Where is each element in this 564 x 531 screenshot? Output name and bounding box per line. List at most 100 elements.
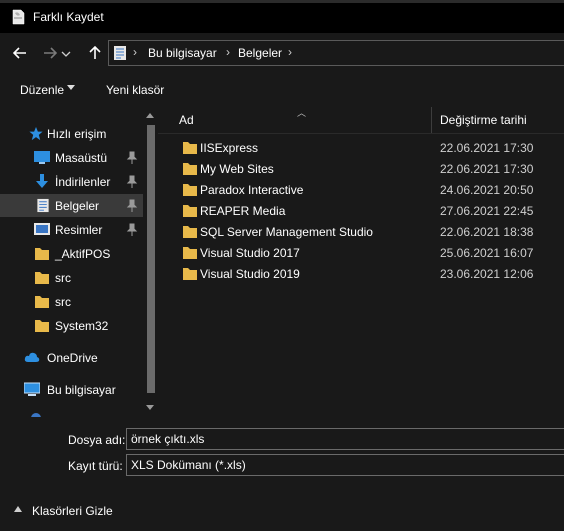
sidebar-item-label: src	[55, 271, 71, 285]
sidebar-item-system32[interactable]: System32	[0, 314, 143, 337]
filename-value[interactable]: örnek çıktı.xls	[131, 432, 204, 446]
file-name: IISExpress	[200, 141, 259, 155]
sidebar-item-this-pc[interactable]: Bu bilgisayar	[0, 378, 143, 401]
file-name: Visual Studio 2017	[200, 246, 300, 260]
table-row[interactable]: My Web Sites 22.06.2021 17:30	[158, 158, 564, 179]
filename-field[interactable]: örnek çıktı.xls	[126, 428, 564, 450]
table-row[interactable]: Visual Studio 2017 25.06.2021 16:07	[158, 242, 564, 263]
folder-icon	[183, 268, 197, 280]
pictures-icon	[34, 223, 50, 235]
window-title: Farklı Kaydet	[33, 10, 104, 24]
table-row[interactable]: REAPER Media 27.06.2021 22:45	[158, 200, 564, 221]
address-bar[interactable]: › Bu bilgisayar › Belgeler ›	[108, 40, 564, 66]
sidebar-item-label: Resimler	[55, 223, 103, 237]
scrollbar-thumb[interactable]	[147, 125, 155, 393]
forward-button[interactable]	[38, 41, 62, 65]
desktop-icon	[34, 151, 50, 164]
file-name: REAPER Media	[200, 204, 286, 218]
table-row[interactable]: Visual Studio 2019 23.06.2021 12:06	[158, 263, 564, 284]
pin-icon[interactable]	[126, 175, 138, 189]
sidebar-item-partial[interactable]	[0, 409, 143, 417]
filetype-label: Kayıt türü:	[68, 459, 123, 473]
sidebar-item-label: System32	[55, 319, 109, 333]
folder-icon	[183, 163, 197, 175]
file-modified-date: 22.06.2021 17:30	[440, 162, 534, 176]
file-name: Visual Studio 2019	[200, 267, 300, 281]
sidebar-item-label: Masaüstü	[55, 151, 108, 165]
sidebar-item-label: OneDrive	[47, 351, 98, 365]
file-name: Paradox Interactive	[200, 183, 304, 197]
documents-icon	[37, 198, 49, 213]
sidebar-item-desktop[interactable]: Masaüstü	[0, 146, 143, 169]
sidebar-item-src[interactable]: src	[0, 290, 143, 313]
sidebar-item-label: src	[55, 295, 71, 309]
header-divider	[158, 133, 564, 134]
file-name: SQL Server Management Studio	[200, 225, 373, 239]
folder-icon	[35, 296, 49, 308]
computer-icon	[24, 382, 40, 396]
pin-icon[interactable]	[126, 223, 138, 237]
scroll-down-icon[interactable]	[146, 405, 154, 410]
chevron-up-icon	[14, 506, 22, 512]
sidebar-item-label: Belgeler	[55, 199, 100, 213]
folder-icon	[183, 247, 197, 259]
window-top-edge	[0, 0, 564, 3]
sidebar-item-aktifpos[interactable]: _AktifPOS	[0, 242, 143, 265]
folder-icon	[183, 226, 197, 238]
breadcrumb-separator[interactable]: ›	[226, 45, 230, 59]
star-icon	[29, 126, 43, 141]
arrow-left-icon	[12, 47, 26, 59]
file-modified-date: 23.06.2021 12:06	[440, 267, 534, 281]
folder-icon	[35, 248, 49, 260]
chevron-down-icon	[67, 85, 75, 90]
file-name: My Web Sites	[200, 162, 274, 176]
folder-icon	[183, 205, 197, 217]
sidebar-item-downloads[interactable]: İndirilenler	[0, 170, 143, 193]
sidebar-item-quick-access[interactable]: Hızlı erişim	[0, 122, 143, 145]
title-bar: Farklı Kaydet	[0, 0, 564, 33]
pin-icon[interactable]	[126, 151, 138, 165]
pin-icon[interactable]	[126, 199, 138, 213]
file-modified-date: 27.06.2021 22:45	[440, 204, 534, 218]
cloud-icon	[24, 352, 40, 362]
column-header-modified[interactable]: Değiştirme tarihi	[432, 107, 564, 133]
folder-icon	[35, 272, 49, 284]
organize-button[interactable]: Düzenle	[20, 83, 64, 97]
column-header-label: Ad	[179, 113, 194, 127]
file-modified-date: 24.06.2021 20:50	[440, 183, 534, 197]
breadcrumb-this-pc[interactable]: Bu bilgisayar	[148, 46, 217, 60]
breadcrumb-documents[interactable]: Belgeler	[238, 46, 282, 60]
sidebar-item-label: Bu bilgisayar	[47, 383, 116, 397]
sidebar-item-src[interactable]: src	[0, 266, 143, 289]
file-modified-date: 22.06.2021 18:38	[440, 225, 534, 239]
command-bar: Düzenle Yeni klasör	[0, 73, 564, 107]
filename-label: Dosya adı:	[68, 433, 126, 447]
scroll-up-icon[interactable]	[146, 113, 154, 118]
save-as-app-icon	[12, 9, 25, 25]
sidebar-item-pictures[interactable]: Resimler	[0, 218, 143, 241]
save-options-panel: Dosya adı: örnek çıktı.xls Kayıt türü: X…	[0, 417, 564, 531]
new-folder-button[interactable]: Yeni klasör	[106, 83, 164, 97]
up-button[interactable]	[83, 41, 107, 65]
recent-locations-button[interactable]	[60, 41, 72, 65]
back-button[interactable]	[8, 41, 32, 65]
navigation-pane-scrollbar[interactable]	[143, 107, 158, 417]
table-row[interactable]: IISExpress 22.06.2021 17:30	[158, 137, 564, 158]
network-icon	[31, 413, 41, 417]
column-header-name[interactable]: ︿ Ad	[158, 107, 431, 133]
sidebar-item-label: İndirilenler	[55, 175, 111, 189]
filetype-select[interactable]: XLS Dokümanı (*.xls)	[126, 454, 564, 476]
navigation-pane: Hızlı erişim Masaüstü İndirilenler Belge…	[0, 107, 158, 417]
documents-icon	[114, 46, 126, 60]
sort-ascending-icon: ︿	[297, 108, 307, 118]
sidebar-item-onedrive[interactable]: OneDrive	[0, 346, 143, 369]
breadcrumb-separator: ›	[133, 45, 137, 59]
hide-folders-label: Klasörleri Gizle	[32, 504, 113, 518]
table-row[interactable]: SQL Server Management Studio 22.06.2021 …	[158, 221, 564, 242]
file-list: ︿ Ad Değiştirme tarihi IISExpress 22.06.…	[158, 107, 564, 417]
sidebar-item-label: Hızlı erişim	[47, 127, 107, 141]
breadcrumb-separator[interactable]: ›	[288, 45, 292, 59]
folder-icon	[35, 320, 49, 332]
sidebar-item-documents[interactable]: Belgeler	[0, 194, 143, 217]
table-row[interactable]: Paradox Interactive 24.06.2021 20:50	[158, 179, 564, 200]
